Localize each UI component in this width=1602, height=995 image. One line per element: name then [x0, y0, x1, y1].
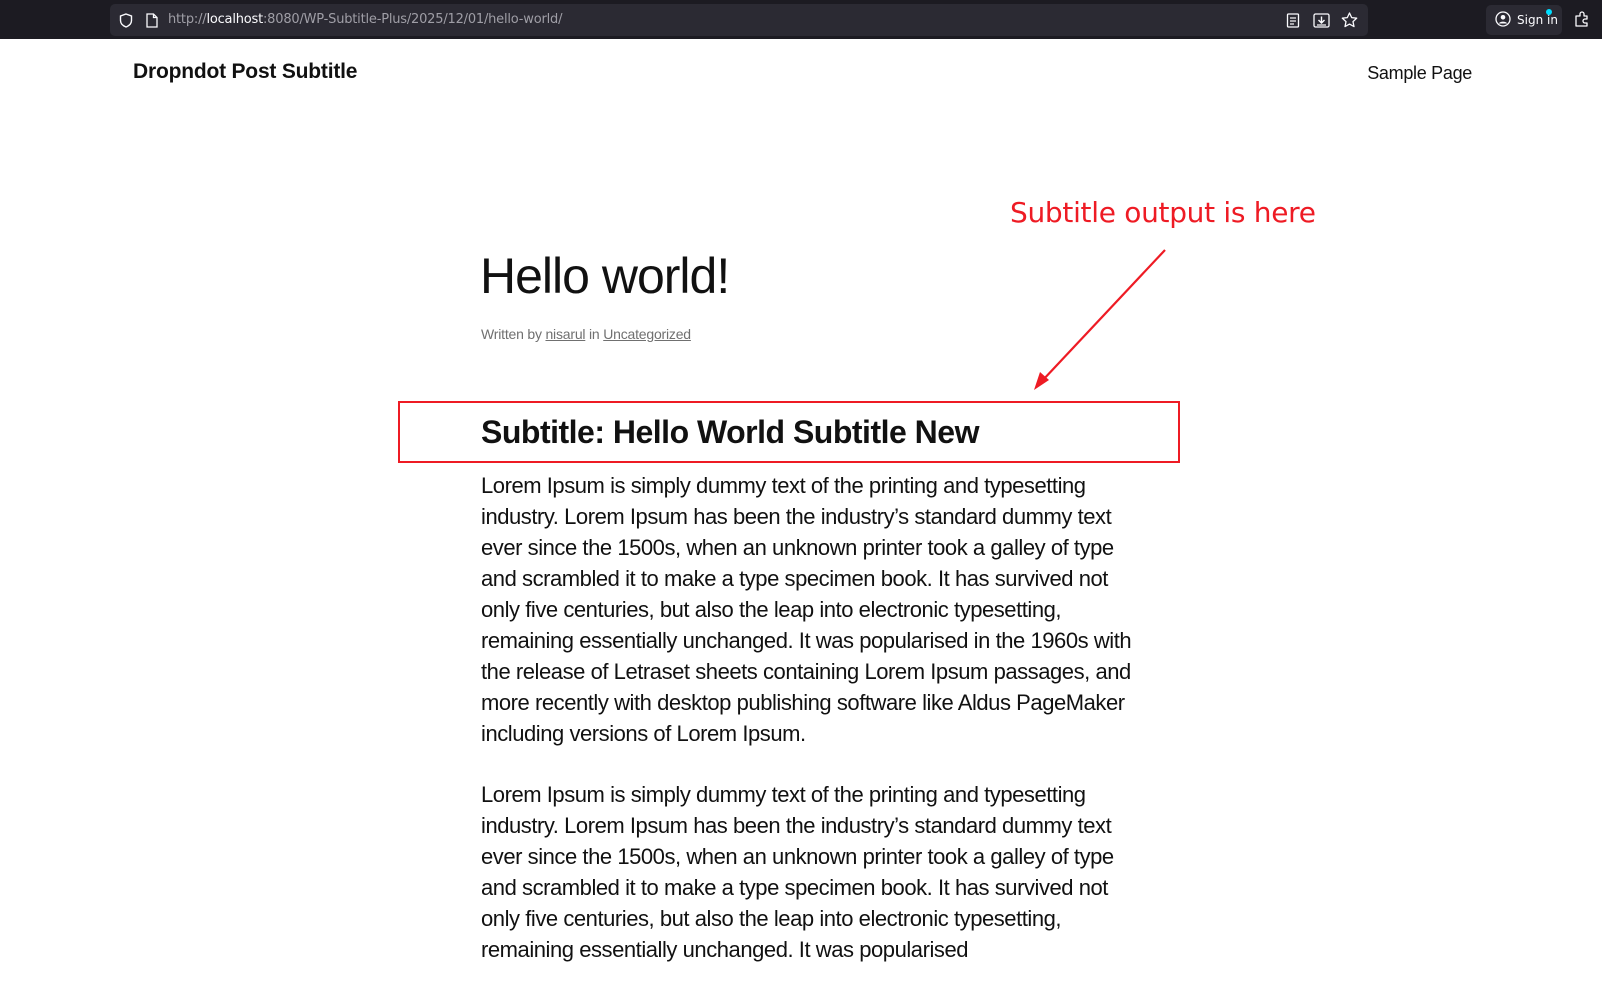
- content-paragraph: Lorem Ipsum is simply dummy text of the …: [481, 473, 1132, 746]
- category-link[interactable]: Uncategorized: [603, 326, 691, 342]
- sign-in-button[interactable]: Sign in: [1486, 5, 1562, 35]
- meta-written-by: Written by: [481, 326, 542, 342]
- post-subtitle: Subtitle: Hello World Subtitle New: [481, 414, 979, 450]
- annotation-label: Subtitle output is here: [1010, 196, 1316, 229]
- bookmark-star-icon[interactable]: [1340, 11, 1358, 29]
- extensions-icon[interactable]: [1573, 10, 1591, 28]
- notification-dot: [1546, 9, 1552, 15]
- account-icon: [1495, 10, 1511, 30]
- reader-view-icon[interactable]: [1284, 11, 1302, 29]
- nav-link-sample-page[interactable]: Sample Page: [1367, 63, 1472, 84]
- shield-icon[interactable]: [118, 12, 134, 28]
- post-meta: Written by nisarul in Uncategorized: [481, 326, 691, 342]
- sign-in-label: Sign in: [1517, 13, 1558, 27]
- post-content: Lorem Ipsum is simply dummy text of the …: [481, 470, 1141, 995]
- page-icon[interactable]: [144, 12, 160, 28]
- author-link[interactable]: nisarul: [545, 326, 585, 342]
- meta-in: in: [589, 326, 600, 342]
- content-paragraph: Lorem Ipsum is simply dummy text of the …: [481, 782, 1114, 962]
- url-text[interactable]: http://localhost:8080/WP-Subtitle-Plus/2…: [168, 12, 562, 28]
- site-title[interactable]: Dropndot Post Subtitle: [133, 60, 357, 84]
- post-title: Hello world!: [480, 248, 730, 304]
- address-bar[interactable]: http://localhost:8080/WP-Subtitle-Plus/2…: [110, 4, 1368, 36]
- save-to-pocket-icon[interactable]: [1312, 11, 1330, 29]
- browser-toolbar: http://localhost:8080/WP-Subtitle-Plus/2…: [0, 0, 1602, 39]
